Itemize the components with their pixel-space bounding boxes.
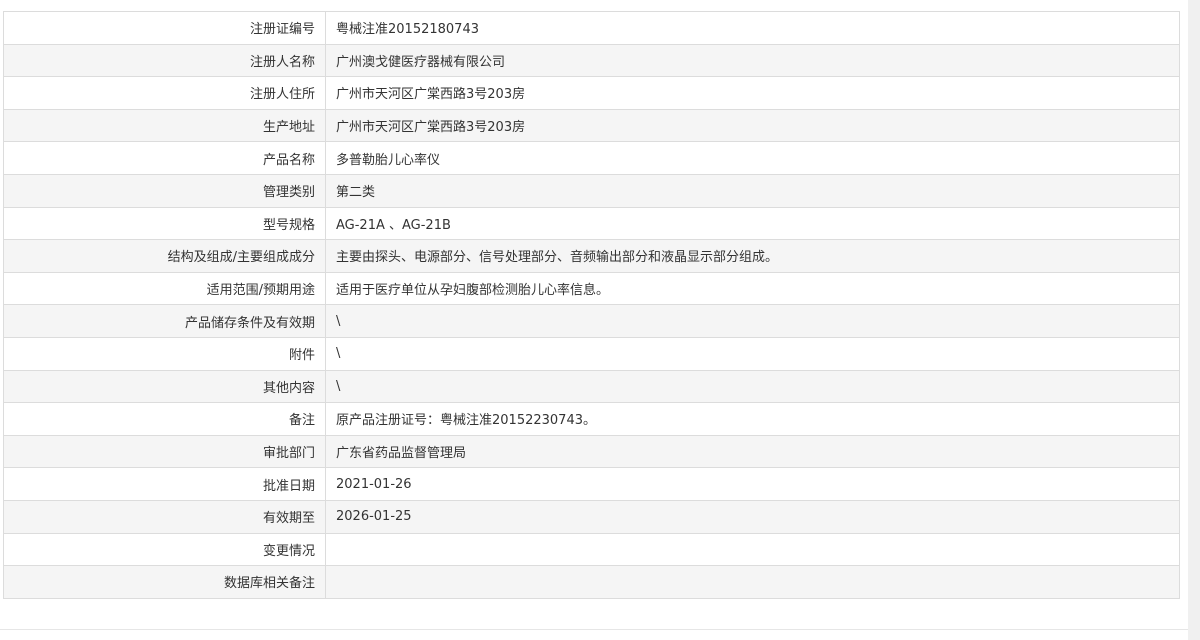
table-row: 备注 原产品注册证号：粤械注准20152230743。 bbox=[3, 402, 1180, 436]
page: 注册证编号 粤械注准20152180743 注册人名称 广州澳戈健医疗器械有限公… bbox=[0, 0, 1200, 640]
row-label: 备注 bbox=[3, 402, 326, 436]
table-row: 有效期至 2026-01-25 bbox=[3, 499, 1180, 534]
table-row: 生产地址 广州市天河区广棠西路3号203房 bbox=[3, 108, 1180, 143]
row-label: 结构及组成/主要组成成分 bbox=[3, 239, 326, 273]
row-label: 产品名称 bbox=[3, 141, 326, 175]
row-value bbox=[325, 532, 1180, 567]
table-row: 数据库相关备注 bbox=[3, 565, 1180, 599]
row-label: 变更情况 bbox=[3, 532, 326, 567]
registration-detail-table: 注册证编号 粤械注准20152180743 注册人名称 广州澳戈健医疗器械有限公… bbox=[3, 11, 1180, 599]
table-row: 适用范围/预期用途 适用于医疗单位从孕妇腹部检测胎儿心率信息。 bbox=[3, 271, 1180, 306]
row-value bbox=[325, 565, 1180, 599]
table-row: 附件 \ bbox=[3, 336, 1180, 371]
table-row: 其他内容 \ bbox=[3, 369, 1180, 404]
row-value: 原产品注册证号：粤械注准20152230743。 bbox=[325, 402, 1180, 436]
row-value: 多普勒胎儿心率仪 bbox=[325, 141, 1180, 175]
table-row: 产品储存条件及有效期 \ bbox=[3, 304, 1180, 338]
row-label: 注册证编号 bbox=[3, 11, 326, 45]
table-row: 批准日期 2021-01-26 bbox=[3, 467, 1180, 501]
row-label: 管理类别 bbox=[3, 173, 326, 208]
row-value: \ bbox=[325, 369, 1180, 404]
row-value: 广州市天河区广棠西路3号203房 bbox=[325, 76, 1180, 110]
row-label: 数据库相关备注 bbox=[3, 565, 326, 599]
row-value: 主要由探头、电源部分、信号处理部分、音频输出部分和液晶显示部分组成。 bbox=[325, 239, 1180, 273]
row-label: 其他内容 bbox=[3, 369, 326, 404]
table-body: 注册证编号 粤械注准20152180743 注册人名称 广州澳戈健医疗器械有限公… bbox=[3, 11, 1180, 599]
bottom-divider bbox=[0, 629, 1188, 630]
table-row: 注册证编号 粤械注准20152180743 bbox=[3, 11, 1180, 45]
row-value: 广东省药品监督管理局 bbox=[325, 434, 1180, 469]
row-value: 2026-01-25 bbox=[325, 499, 1180, 534]
row-value: 广州市天河区广棠西路3号203房 bbox=[325, 108, 1180, 143]
row-label: 审批部门 bbox=[3, 434, 326, 469]
table-row: 结构及组成/主要组成成分 主要由探头、电源部分、信号处理部分、音频输出部分和液晶… bbox=[3, 239, 1180, 273]
row-value: 粤械注准20152180743 bbox=[325, 11, 1180, 45]
row-label: 生产地址 bbox=[3, 108, 326, 143]
row-label: 型号规格 bbox=[3, 206, 326, 241]
row-label: 附件 bbox=[3, 336, 326, 371]
row-label: 适用范围/预期用途 bbox=[3, 271, 326, 306]
row-label: 注册人名称 bbox=[3, 43, 326, 78]
row-label: 注册人住所 bbox=[3, 76, 326, 110]
row-label: 产品储存条件及有效期 bbox=[3, 304, 326, 338]
row-value: 第二类 bbox=[325, 173, 1180, 208]
row-value: 广州澳戈健医疗器械有限公司 bbox=[325, 43, 1180, 78]
table-row: 管理类别 第二类 bbox=[3, 173, 1180, 208]
table-row: 型号规格 AG-21A 、AG-21B bbox=[3, 206, 1180, 241]
row-value: 适用于医疗单位从孕妇腹部检测胎儿心率信息。 bbox=[325, 271, 1180, 306]
table-row: 产品名称 多普勒胎儿心率仪 bbox=[3, 141, 1180, 175]
row-label: 批准日期 bbox=[3, 467, 326, 501]
row-value: \ bbox=[325, 304, 1180, 338]
row-value: \ bbox=[325, 336, 1180, 371]
row-label: 有效期至 bbox=[3, 499, 326, 534]
table-row: 注册人名称 广州澳戈健医疗器械有限公司 bbox=[3, 43, 1180, 78]
row-value: AG-21A 、AG-21B bbox=[325, 206, 1180, 241]
vertical-scrollbar[interactable] bbox=[1188, 0, 1200, 640]
row-value: 2021-01-26 bbox=[325, 467, 1180, 501]
table-row: 注册人住所 广州市天河区广棠西路3号203房 bbox=[3, 76, 1180, 110]
table-row: 变更情况 bbox=[3, 532, 1180, 567]
table-row: 审批部门 广东省药品监督管理局 bbox=[3, 434, 1180, 469]
